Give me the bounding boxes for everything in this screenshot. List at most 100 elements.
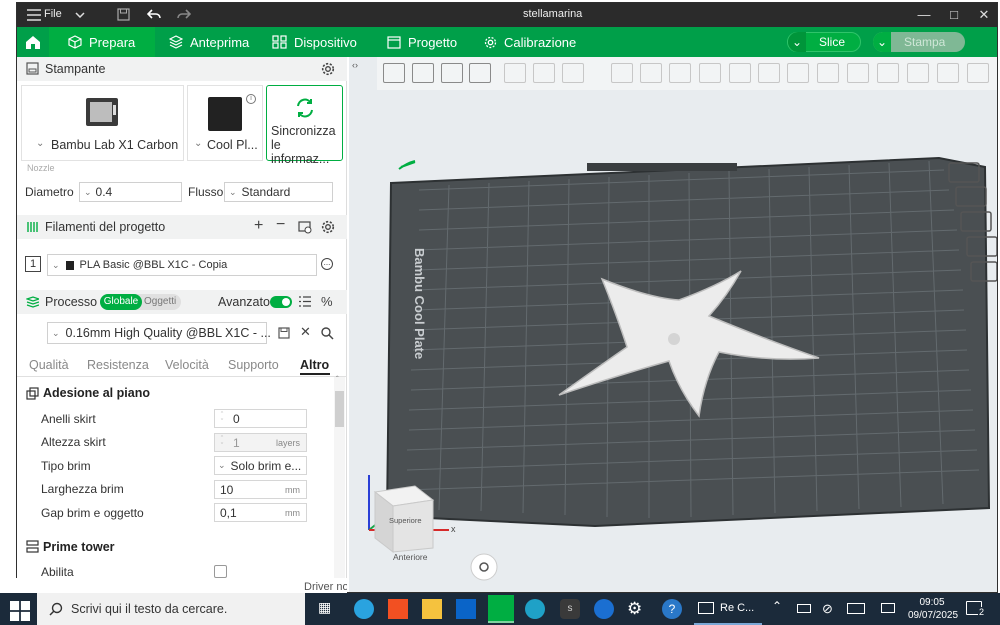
seam-paint-button[interactable] (817, 63, 839, 83)
add-plate-button[interactable] (412, 63, 434, 83)
undo-icon[interactable] (147, 8, 161, 20)
tab-calibrazione[interactable]: Calibrazione (484, 27, 576, 57)
printer-dropdown-icon[interactable]: ⌄ (36, 138, 44, 149)
maximize-button[interactable]: □ (939, 5, 969, 25)
skirt-height-stepper[interactable]: ˆˇ (215, 436, 229, 450)
arrange-button[interactable] (469, 63, 491, 83)
tab-qualita[interactable]: Qualità (29, 358, 69, 372)
skirt-loops-stepper[interactable]: ˆˇ (215, 412, 229, 426)
filament-sync-icon[interactable] (298, 220, 312, 234)
sync-button[interactable]: Sincronizza le informaz... (266, 85, 343, 166)
toggle-objects[interactable]: Oggetti (144, 294, 176, 310)
tab-altro[interactable]: Altro (300, 358, 329, 372)
assembly-button[interactable] (937, 63, 959, 83)
taskbar-search[interactable]: Scrivi qui il testo da cercare. (37, 593, 305, 625)
tray-network-icon[interactable]: ⊘ (822, 601, 833, 617)
printer-card[interactable]: ⌄ Bambu Lab X1 Carbon (21, 85, 184, 161)
print-button[interactable]: ⌄ Stampa (873, 32, 965, 52)
tab-resistenza[interactable]: Resistenza (87, 358, 149, 372)
store-icon[interactable] (388, 599, 408, 619)
outlook-icon[interactable] (456, 599, 476, 619)
diameter-select[interactable]: ⌄ 0.4 (79, 182, 182, 202)
filament-more-icon[interactable]: ... (321, 258, 333, 270)
edge-icon[interactable] (525, 599, 545, 619)
auto-orient-button[interactable] (441, 63, 463, 83)
chevron-down-icon[interactable] (75, 12, 85, 18)
tab-prepara[interactable]: Prepara (49, 27, 155, 57)
3d-viewport[interactable]: ‹› Bambu Cool Plate x Superiore Anterior… (349, 57, 997, 592)
help-icon[interactable]: ? (662, 599, 682, 619)
paste-button[interactable] (533, 63, 555, 83)
collapse-panel-icon[interactable]: ‹› (352, 60, 358, 70)
bambu-studio-icon[interactable] (488, 595, 514, 623)
hamburger-menu-icon[interactable] (27, 9, 41, 21)
minimize-button[interactable]: — (909, 5, 939, 25)
file-menu[interactable]: File (44, 8, 62, 20)
advanced-switch[interactable] (270, 296, 292, 308)
brim-type-select[interactable]: ⌄ Solo brim e... (214, 456, 307, 475)
plate-dropdown-icon[interactable]: ⌄ (194, 138, 202, 149)
task-view-icon[interactable]: ▦ (318, 599, 338, 619)
flow-select[interactable]: ⌄ Standard (224, 182, 333, 202)
add-filament-button[interactable]: + (254, 217, 263, 235)
skirt-height-input[interactable]: ˆˇ 1 layers (214, 433, 307, 452)
remove-filament-button[interactable]: − (276, 216, 285, 234)
camera-view-icon[interactable] (470, 553, 498, 581)
copy-button[interactable] (504, 63, 526, 83)
close-button[interactable]: ✕ (969, 5, 997, 25)
scale-button[interactable] (669, 63, 691, 83)
file-explorer-icon[interactable] (422, 599, 442, 619)
cut-button[interactable] (729, 63, 751, 83)
slice-button[interactable]: ⌄ Slice (787, 32, 861, 52)
info-icon[interactable]: i (246, 94, 256, 104)
tab-anteprima[interactable]: Anteprima (169, 27, 249, 57)
print-dropdown-icon[interactable]: ⌄ (873, 32, 891, 52)
save-preset-icon[interactable] (278, 327, 290, 339)
settings-icon[interactable]: ⚙ (627, 599, 647, 619)
toggle-global[interactable]: Globale (100, 294, 142, 310)
plate-edit-icon[interactable] (398, 160, 416, 170)
support-paint-button[interactable] (787, 63, 809, 83)
tab-velocita[interactable]: Velocità (165, 358, 209, 372)
color-paint-button[interactable] (877, 63, 899, 83)
home-button[interactable] (17, 27, 49, 57)
brim-gap-input[interactable]: 0,1 mm (214, 503, 307, 522)
brim-width-input[interactable]: 10 mm (214, 480, 307, 499)
close-preset-icon[interactable]: ✕ (300, 324, 311, 340)
percent-icon[interactable]: % (321, 294, 333, 309)
move-button[interactable] (611, 63, 633, 83)
tab-supporto[interactable]: Supporto (228, 358, 279, 372)
global-objects-toggle[interactable]: Globale Oggetti (100, 294, 181, 310)
windows-start-icon[interactable] (10, 601, 30, 621)
save-icon[interactable] (117, 8, 130, 21)
telegram-icon[interactable] (354, 599, 374, 619)
measure-button[interactable] (907, 63, 929, 83)
plate-card[interactable]: i ⌄ Cool Pl... (187, 85, 263, 161)
text-button[interactable] (847, 63, 869, 83)
boolean-button[interactable] (758, 63, 780, 83)
bluetooth-icon[interactable] (594, 599, 614, 619)
tab-dispositivo[interactable]: Dispositivo (272, 27, 357, 57)
tray-chevron-icon[interactable]: ⌃ (772, 599, 782, 613)
slice-dropdown-icon[interactable]: ⌄ (788, 32, 806, 52)
lay-on-face-button[interactable] (699, 63, 721, 83)
scroll-thumb[interactable] (335, 391, 344, 427)
tray-display-icon[interactable] (881, 603, 895, 613)
tab-progetto[interactable]: Progetto (387, 27, 457, 57)
tray-keyboard-icon[interactable] (847, 603, 865, 614)
taskbar-app-button[interactable]: Re C... (694, 593, 762, 625)
scroll-up-icon[interactable]: ˆ (336, 375, 339, 384)
explode-button[interactable] (967, 63, 989, 83)
settings-gear-icon[interactable] (321, 62, 335, 76)
list-icon[interactable] (299, 296, 311, 307)
filament-settings-icon[interactable] (321, 220, 335, 234)
search-icon[interactable] (321, 327, 334, 340)
process-preset-select[interactable]: ⌄ 0.16mm High Quality @BBL X1C - ... (47, 322, 271, 344)
add-object-button[interactable] (383, 63, 405, 83)
rotate-button[interactable] (640, 63, 662, 83)
tray-battery-icon[interactable] (797, 604, 811, 613)
enable-checkbox[interactable] (214, 565, 227, 578)
panel-scrollbar[interactable]: ˆ ˇ (334, 375, 345, 592)
taskbar-clock[interactable]: 09:05 09/07/2025 (908, 596, 958, 622)
redo-icon[interactable] (177, 8, 191, 20)
